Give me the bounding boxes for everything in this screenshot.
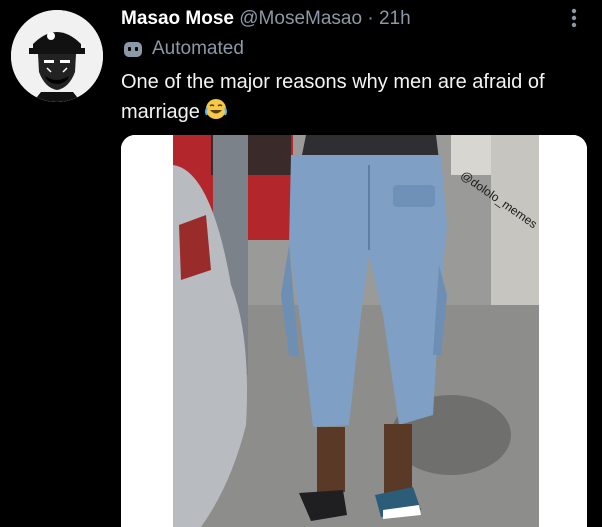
vertical-dots-icon	[571, 8, 577, 28]
more-options-button[interactable]	[564, 6, 584, 30]
tweet-header: Masao Mose @MoseMasao · 21h	[121, 8, 411, 30]
robot-icon	[124, 42, 142, 57]
avatar-portrait-icon	[11, 10, 103, 102]
tweet-avatar[interactable]	[11, 10, 103, 102]
author-handle[interactable]: @MoseMasao	[239, 8, 362, 29]
tweet-timestamp[interactable]: 21h	[379, 8, 411, 29]
face-with-tears-of-joy-icon	[204, 97, 228, 130]
automated-label-row: Automated	[122, 38, 244, 60]
automated-label: Automated	[152, 38, 244, 59]
tweet-text: One of the major reasons why men are afr…	[121, 68, 591, 130]
media-photo	[121, 135, 587, 527]
tweet-media[interactable]: @dololo_memes	[121, 135, 587, 527]
header-separator: ·	[367, 8, 374, 29]
author-display-name[interactable]: Masao Mose	[121, 8, 234, 29]
tweet-body: One of the major reasons why men are afr…	[121, 71, 545, 123]
